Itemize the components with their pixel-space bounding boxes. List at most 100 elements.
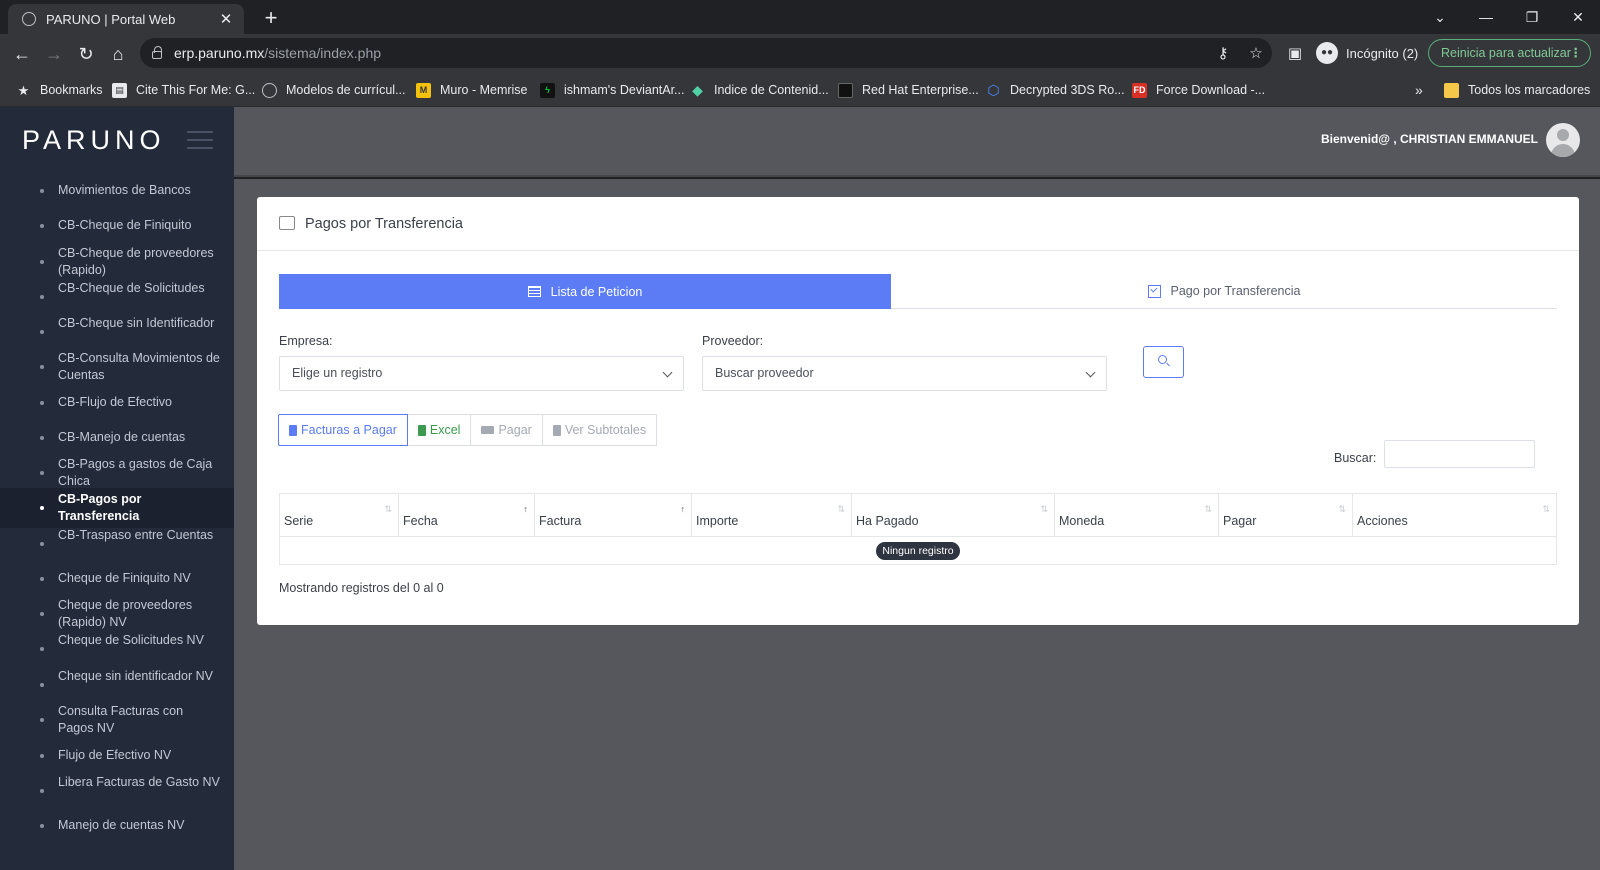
sort-asc-icon: ↑ xyxy=(680,504,686,514)
column-header-moneda[interactable]: Moneda ⇅ xyxy=(1054,493,1219,537)
sidebar-item[interactable]: Cheque sin identificador NV xyxy=(0,665,234,705)
home-icon[interactable]: ⌂ xyxy=(104,40,132,68)
sidebar-item-label: Flujo de Efectivo NV xyxy=(58,748,172,762)
sidebar-item[interactable]: CB-Cheque de Finiquito xyxy=(0,214,234,237)
file-icon xyxy=(552,424,561,436)
bullet-icon xyxy=(40,435,44,440)
facturas-a-pagar-button[interactable]: Facturas a Pagar xyxy=(278,414,408,446)
pagar-button[interactable]: Pagar xyxy=(470,414,543,446)
back-icon[interactable]: ← xyxy=(8,40,36,68)
star-icon[interactable]: ☆ xyxy=(1243,42,1269,66)
sidebar-item-label: CB-Cheque de Finiquito xyxy=(58,218,192,232)
bookmark-item[interactable]: ★ Bookmarks xyxy=(16,81,103,99)
sidebar-item-label: Consulta Facturas con Pagos NV xyxy=(58,704,184,735)
bullet-icon xyxy=(40,188,44,193)
sidebar-item[interactable]: Flujo de Efectivo NV xyxy=(0,744,234,767)
minimize-button[interactable]: — xyxy=(1466,4,1506,30)
tab-lista-de-peticion[interactable]: Lista de Peticion xyxy=(279,274,891,309)
sidebar-item[interactable]: CB-Pagos a gastos de Caja Chica xyxy=(0,453,234,493)
money-icon xyxy=(481,426,495,434)
ver-subtotales-button[interactable]: Ver Subtotales xyxy=(541,414,658,446)
sidebar-item-label: Cheque de Finiquito NV xyxy=(58,571,191,585)
tab-pago-por-transferencia[interactable]: Pago por Transferencia xyxy=(891,274,1557,309)
sidebar-item[interactable]: Cheque de proveedores (Rapido) NV xyxy=(0,594,234,634)
bookmark-item[interactable]: FD Force Download -... xyxy=(1132,81,1265,99)
bookmark-item[interactable]: ⬡ Decrypted 3DS Ro... xyxy=(986,81,1124,99)
sidebar-item[interactable]: CB-Traspaso entre Cuentas xyxy=(0,524,234,564)
tab-title: PARUNO | Portal Web xyxy=(46,11,176,27)
browser-tab[interactable]: PARUNO | Portal Web ✕ xyxy=(8,4,244,34)
sidebar-item[interactable]: CB-Flujo de Efectivo xyxy=(0,391,234,414)
column-header-pagar[interactable]: Pagar ⇅ xyxy=(1218,493,1353,537)
menu-kebab-icon[interactable]: ⋮ xyxy=(1570,40,1583,66)
sidebar-item[interactable]: Manejo de cuentas NV xyxy=(0,814,234,837)
restore-button[interactable]: ❐ xyxy=(1512,4,1552,30)
sidebar-item[interactable]: CB-Consulta Movimientos de Cuentas xyxy=(0,347,234,387)
bullet-icon xyxy=(40,223,44,228)
sidebar-item[interactable]: Movimientos de Bancos xyxy=(0,179,234,202)
file-icon xyxy=(289,424,297,436)
sidebar: PARUNO Movimientos de Bancos CB-Cheque de… xyxy=(0,107,234,870)
circle-icon xyxy=(262,82,277,98)
address-bar[interactable]: erp.paruno.mx/sistema/index.php xyxy=(140,38,1272,68)
diamond-icon: ◆ xyxy=(692,81,703,98)
restart-update-button[interactable]: Reinicia para actualizar ⋮ xyxy=(1428,39,1591,67)
search-icon xyxy=(1158,355,1167,364)
all-bookmarks-folder[interactable]: Todos los marcadores xyxy=(1444,81,1590,99)
user-avatar[interactable] xyxy=(1546,123,1580,157)
lock-icon[interactable] xyxy=(152,46,162,59)
reload-icon[interactable]: ↻ xyxy=(72,40,100,68)
more-bookmarks-icon[interactable]: » xyxy=(1415,81,1423,99)
search-button[interactable] xyxy=(1143,346,1184,378)
close-tab-icon[interactable]: ✕ xyxy=(218,10,234,28)
sidebar-item[interactable]: CB-Cheque sin Identificador xyxy=(0,312,234,352)
sidebar-item[interactable]: CB-Cheque de proveedores (Rapido) xyxy=(0,242,234,282)
url-path: /sistema/index.php xyxy=(264,45,382,61)
buscar-label: Buscar: xyxy=(1334,451,1377,465)
payments-table: Serie ⇅ Fecha ↑ Factura ↑ Importe ⇅ Ha Pagad… xyxy=(279,493,1557,565)
empty-table-badge: Ningun registro xyxy=(876,541,960,560)
sidebar-item[interactable]: Consulta Facturas con Pagos NV xyxy=(0,700,234,740)
column-header-factura[interactable]: Factura ↑ xyxy=(534,493,692,537)
bullet-icon xyxy=(40,647,44,651)
sidebar-item[interactable]: Cheque de Solicitudes NV xyxy=(0,629,234,669)
key-icon[interactable]: ⚷ xyxy=(1210,42,1236,66)
table-empty-row: Ningun registro xyxy=(279,536,1557,565)
new-tab-button[interactable]: + xyxy=(258,5,284,31)
column-header-fecha[interactable]: Fecha ↑ xyxy=(398,493,535,537)
empresa-select[interactable]: Elige un registro xyxy=(279,356,684,391)
bullet-icon xyxy=(40,753,44,758)
sort-icon: ⇅ xyxy=(1204,504,1212,514)
sort-asc-icon: ↑ xyxy=(523,504,529,514)
bookmark-item[interactable]: ▤ Cite This For Me: G... xyxy=(112,81,255,99)
column-header-serie[interactable]: Serie ⇅ xyxy=(279,493,399,537)
hamburger-menu-icon[interactable] xyxy=(187,131,213,155)
bullet-icon xyxy=(40,789,44,793)
bookmark-item[interactable]: Red Hat Enterprise... xyxy=(838,81,979,99)
table-header-row: Serie ⇅ Fecha ↑ Factura ↑ Importe ⇅ Ha Pagad… xyxy=(279,493,1557,537)
bullet-icon xyxy=(40,330,44,334)
incognito-icon: ●● xyxy=(1316,42,1338,64)
column-header-ha-pagado[interactable]: Ha Pagado ⇅ xyxy=(851,493,1055,537)
forward-icon[interactable]: → xyxy=(40,40,68,68)
column-header-importe[interactable]: Importe ⇅ xyxy=(691,493,852,537)
bookmark-item[interactable]: M Muro - Memrise xyxy=(416,81,528,99)
sidebar-item[interactable]: CB-Manejo de cuentas xyxy=(0,426,234,449)
tab-search-icon[interactable]: ⌄ xyxy=(1420,4,1460,30)
sidebar-item[interactable]: Cheque de Finiquito NV xyxy=(0,567,234,590)
close-window-button[interactable]: ✕ xyxy=(1558,4,1598,30)
app-topbar: Bienvenid@ , CHRISTIAN EMMANUEL xyxy=(234,107,1600,177)
sidebar-item[interactable]: Libera Facturas de Gasto NV xyxy=(0,771,234,811)
table-search-input[interactable] xyxy=(1384,440,1535,468)
bookmark-item[interactable]: Modelos de currícul... xyxy=(262,81,406,99)
excel-button[interactable]: Excel xyxy=(406,414,472,446)
incognito-indicator[interactable]: ●● Incógnito (2) xyxy=(1316,39,1418,67)
sidebar-item[interactable]: CB-Cheque de Solicitudes xyxy=(0,277,234,317)
bookmark-item[interactable]: ϟ ishmam's DeviantAr... xyxy=(540,81,684,99)
sidebar-item[interactable]: CB-Pagos por Transferencia xyxy=(0,488,234,528)
bookmark-item[interactable]: ◆ Indice de Contenid... xyxy=(690,81,829,99)
sidebar-item-label: CB-Flujo de Efectivo xyxy=(58,395,172,409)
column-header-acciones[interactable]: Acciones ⇅ xyxy=(1352,493,1557,537)
proveedor-select[interactable]: Buscar proveedor xyxy=(702,356,1107,391)
side-panel-icon[interactable]: ▣ xyxy=(1282,42,1308,66)
